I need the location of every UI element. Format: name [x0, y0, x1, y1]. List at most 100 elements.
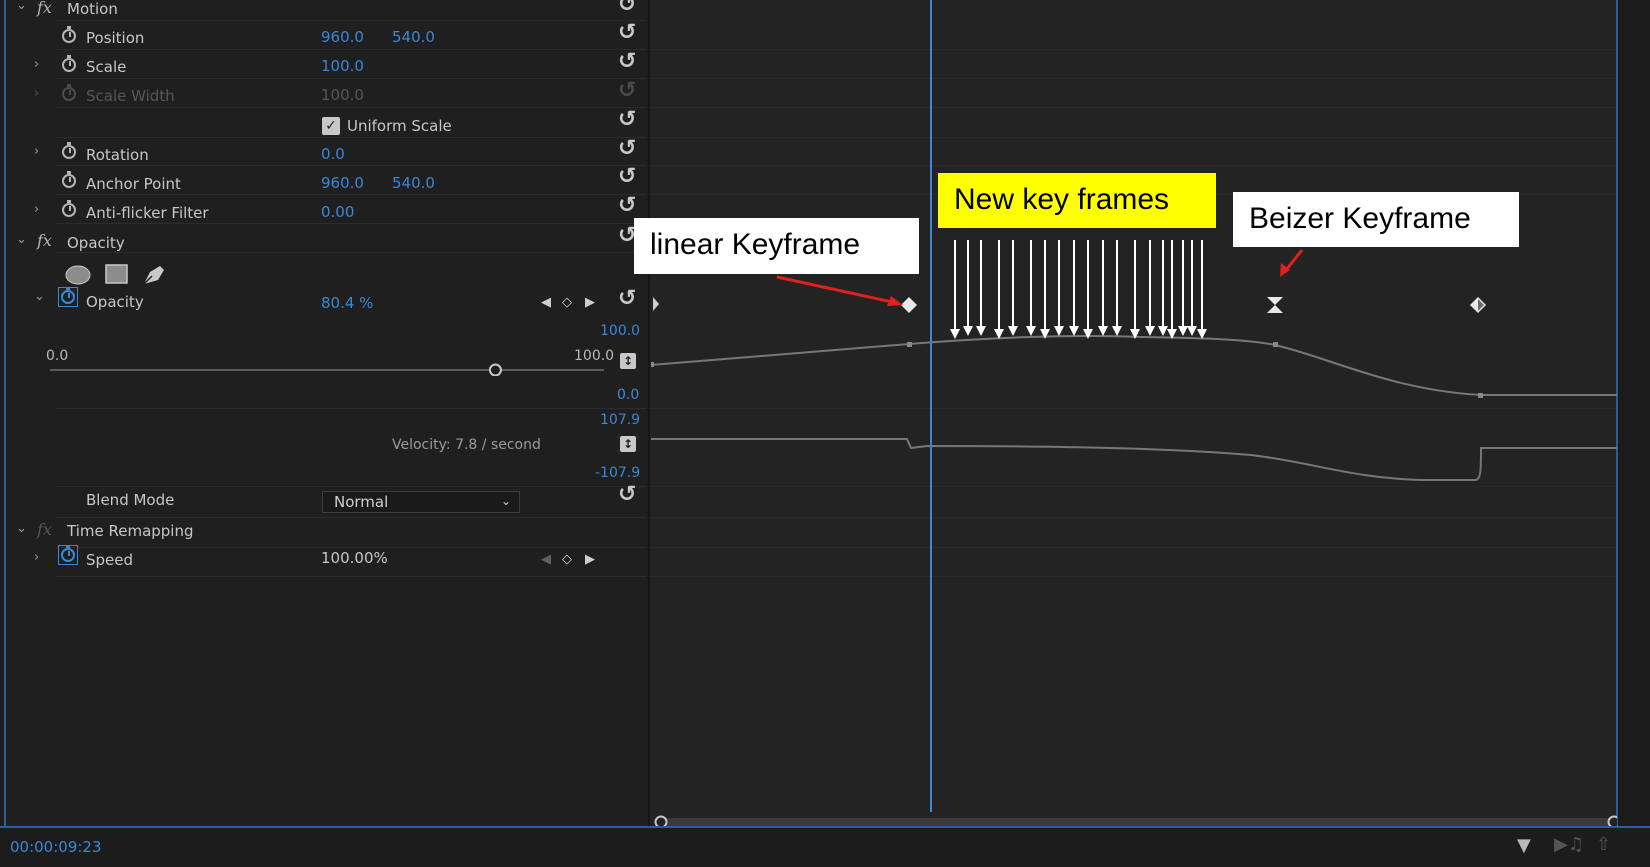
new-keyframe-arrowhead	[1083, 329, 1093, 339]
clip-start-marker	[653, 297, 659, 311]
ellipse-mask-icon[interactable]	[65, 265, 91, 285]
blend-mode-label: Blend Mode	[86, 491, 175, 509]
velocity-graph-max: 107.9	[600, 412, 641, 428]
chevron-right-icon[interactable]: ›	[34, 58, 39, 72]
velocity-graph-min: -107.9	[595, 465, 641, 481]
chevron-right-icon[interactable]: ›	[34, 203, 39, 217]
chevron-down-icon[interactable]: ⌄	[34, 290, 45, 304]
add-remove-keyframe-icon[interactable]: ◇	[562, 553, 572, 567]
fx-icon[interactable]: fx	[37, 521, 52, 539]
next-keyframe-icon[interactable]: ▶	[585, 553, 595, 567]
chevron-down-icon[interactable]: ⌄	[16, 233, 27, 247]
section-time-remapping-label: Time Remapping	[67, 522, 194, 540]
toggle-animation-icon[interactable]	[62, 171, 76, 188]
opacity-slider[interactable]	[48, 362, 608, 376]
toggle-animation-icon[interactable]	[62, 26, 76, 43]
chevron-right-icon[interactable]: ›	[34, 145, 39, 159]
anti-flicker-value[interactable]: 0.00	[321, 203, 354, 221]
new-keyframe-arrowhead	[1158, 326, 1168, 336]
rotation-value[interactable]: 0.0	[321, 145, 345, 163]
scale-width-label: Scale Width	[86, 87, 175, 105]
velocity-curve	[651, 438, 1617, 481]
reset-parameter-icon[interactable]: ↺	[618, 288, 636, 310]
row-divider	[55, 107, 646, 108]
anchor-point-y-value[interactable]: 540.0	[392, 174, 435, 192]
panel-edge	[1616, 0, 1650, 867]
uniform-scale-label: Uniform Scale	[347, 117, 452, 135]
toggle-animation-icon	[62, 84, 76, 101]
graph-toggle-icon[interactable]: ↕	[620, 436, 636, 452]
pen-mask-icon[interactable]	[143, 266, 164, 285]
bezier-callout-arrow	[1284, 249, 1304, 271]
row-divider	[55, 223, 646, 224]
uniform-scale-checkbox[interactable]: ✓	[322, 117, 340, 135]
play-audio-icon[interactable]: ▶♫	[1554, 836, 1584, 854]
scrollbar-end-handle[interactable]	[1607, 815, 1618, 827]
position-label: Position	[86, 29, 145, 47]
current-timecode[interactable]: 00:00:09:23	[10, 838, 102, 856]
scale-value[interactable]: 100.0	[321, 57, 364, 75]
reset-parameter-icon[interactable]: ↺	[618, 109, 636, 131]
bezier-keyframe-hourglass[interactable]	[1267, 297, 1283, 313]
opacity-value-curve	[651, 334, 1617, 396]
row-divider	[55, 576, 646, 577]
section-motion-label: Motion	[67, 0, 118, 18]
reset-parameter-icon[interactable]: ↺	[618, 195, 636, 217]
value-curve-point	[1273, 342, 1278, 347]
previous-keyframe-icon[interactable]: ◀	[541, 296, 551, 310]
keyframe-timeline[interactable]	[651, 0, 1617, 826]
fx-icon[interactable]: fx	[37, 0, 52, 17]
row-divider	[55, 49, 646, 50]
toggle-animation-icon[interactable]	[62, 200, 76, 217]
reset-parameter-icon[interactable]: ↺	[618, 51, 636, 73]
new-keyframe-arrowhead	[1054, 326, 1064, 336]
section-opacity-label: Opacity	[67, 234, 125, 252]
speed-value[interactable]: 100.00%	[321, 549, 388, 567]
position-y-value[interactable]: 540.0	[392, 28, 435, 46]
export-icon[interactable]: ⇧	[1596, 836, 1611, 854]
opacity-label: Opacity	[86, 293, 144, 311]
new-keyframe-arrowhead	[1178, 326, 1188, 336]
chevron-down-icon[interactable]: ⌄	[16, 522, 27, 536]
reset-parameter-icon[interactable]: ↺	[618, 484, 636, 506]
value-curve-point	[651, 362, 654, 367]
toggle-animation-icon[interactable]	[61, 545, 75, 562]
chevron-right-icon[interactable]: ›	[34, 551, 39, 565]
fx-icon[interactable]: fx	[37, 232, 52, 250]
next-keyframe-icon[interactable]: ▶	[585, 296, 595, 310]
chevron-right-icon[interactable]: ›	[34, 87, 39, 101]
scrollbar-start-handle[interactable]	[654, 815, 668, 827]
toggle-animation-icon[interactable]	[62, 142, 76, 159]
position-x-value[interactable]: 960.0	[321, 28, 364, 46]
filter-icon[interactable]: ▼	[1517, 837, 1531, 855]
row-divider	[55, 517, 646, 518]
opacity-value[interactable]: 80.4 %	[321, 294, 373, 312]
new-keyframe-arrowhead	[950, 329, 960, 339]
add-remove-keyframe-icon[interactable]: ◇	[562, 296, 572, 310]
new-keyframe-arrowhead	[1026, 326, 1036, 336]
anchor-point-x-value[interactable]: 960.0	[321, 174, 364, 192]
reset-parameter-icon[interactable]: ↺	[618, 0, 636, 16]
value-curve-point	[907, 342, 912, 347]
previous-keyframe-icon[interactable]: ◀	[541, 553, 551, 567]
reset-parameter-icon[interactable]: ↺	[618, 22, 636, 44]
graph-toggle-icon[interactable]: ↕	[620, 353, 636, 369]
linear-keyframe-diamond[interactable]	[901, 297, 917, 313]
scale-width-value: 100.0	[321, 86, 364, 104]
toggle-animation-icon[interactable]	[62, 55, 76, 72]
rectangle-mask-icon[interactable]	[105, 264, 128, 284]
blend-mode-value: Normal	[334, 493, 389, 511]
slider-thumb[interactable]	[488, 363, 502, 376]
pane-splitter[interactable]	[648, 0, 650, 826]
row-divider	[55, 486, 646, 487]
new-keyframe-arrowhead	[1040, 329, 1050, 339]
bezier-keyframe-callout: Beizer Keyframe	[1233, 192, 1519, 247]
chevron-down-icon[interactable]: ⌄	[16, 0, 27, 13]
new-keyframe-arrowhead	[1069, 326, 1079, 336]
reset-parameter-icon[interactable]: ↺	[618, 166, 636, 188]
chevron-down-icon: ⌄	[500, 494, 511, 508]
blend-mode-dropdown[interactable]: Normal ⌄	[322, 491, 520, 513]
reset-parameter-icon[interactable]: ↺	[618, 138, 636, 160]
toggle-animation-icon[interactable]	[61, 287, 75, 304]
effect-controls-panel: ⌄ fx Motion ↺ Position 960.0 540.0 ↺ › S…	[0, 0, 1650, 867]
